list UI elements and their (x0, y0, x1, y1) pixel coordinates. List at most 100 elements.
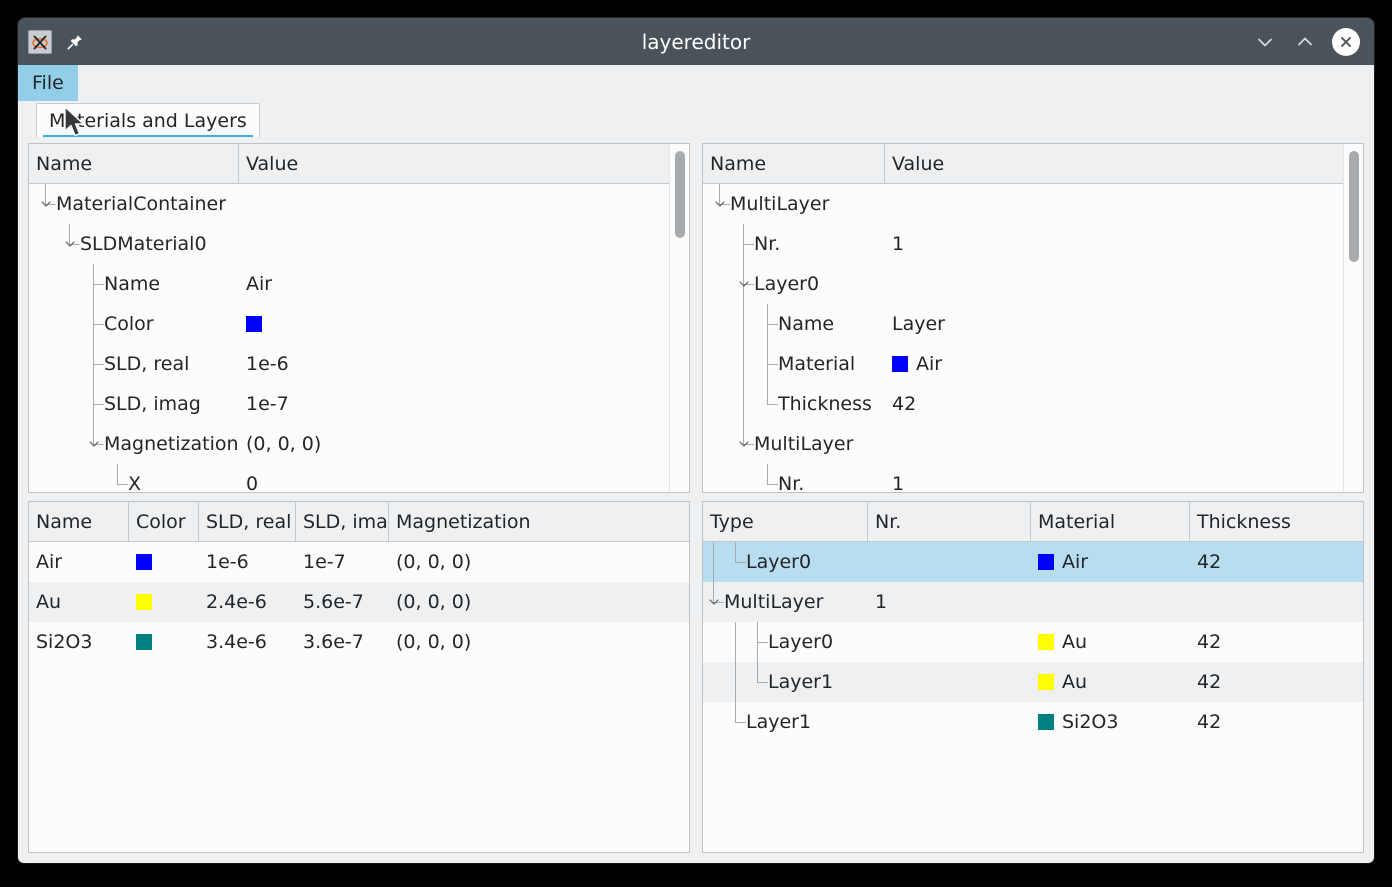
chevron-down-icon[interactable] (39, 197, 53, 211)
tree-row-value-cell[interactable]: 1 (885, 464, 1363, 492)
layers-table-thickness-cell[interactable]: 42 (1190, 542, 1363, 582)
table-row[interactable]: Layer0 Au 42 (703, 622, 1363, 662)
materials-table-header-color[interactable]: Color (129, 502, 199, 541)
layers-table-thickness-cell[interactable]: 42 (1190, 702, 1363, 742)
tree-row[interactable]: Material Air (703, 344, 1363, 384)
tree-row-value-cell[interactable] (239, 304, 689, 344)
table-cell[interactable] (129, 622, 199, 662)
tree-row[interactable]: MultiLayer (703, 184, 1363, 224)
layers-table-header-material[interactable]: Material (1031, 502, 1190, 541)
chevron-down-icon[interactable] (713, 197, 727, 211)
tree-row[interactable]: Magnetization (0, 0, 0) (29, 424, 689, 464)
table-cell[interactable]: (0, 0, 0) (389, 582, 689, 622)
table-row[interactable]: Layer1 Au 42 (703, 662, 1363, 702)
tree-row-value-cell[interactable]: 1 (885, 224, 1363, 264)
tree-row[interactable]: MultiLayer (703, 424, 1363, 464)
layers-table-thickness-cell[interactable]: 42 (1190, 662, 1363, 702)
tree-row-value-cell[interactable]: Air (239, 264, 689, 304)
tree-row-value-cell[interactable] (885, 264, 1363, 304)
color-swatch[interactable] (136, 594, 152, 610)
table-row[interactable]: MultiLayer 1 (703, 582, 1363, 622)
tree-row[interactable]: Nr. 1 (703, 464, 1363, 492)
table-cell[interactable]: 3.4e-6 (199, 622, 296, 662)
layer-tree-header-name[interactable]: Name (703, 144, 885, 183)
table-cell[interactable]: (0, 0, 0) (389, 622, 689, 662)
material-tree-header-value[interactable]: Value (239, 144, 689, 183)
layers-table-material-cell[interactable]: Air (1031, 542, 1190, 582)
color-swatch[interactable] (136, 554, 152, 570)
materials-table-header-name[interactable]: Name (29, 502, 129, 541)
table-row[interactable]: Si2O3 3.4e-6 3.6e-7 (0, 0, 0) (29, 622, 689, 662)
chevron-down-icon[interactable] (737, 277, 751, 291)
tree-row-value-cell[interactable] (239, 224, 689, 264)
tree-row-value-cell[interactable]: 0 (239, 464, 689, 492)
tree-row-value-cell[interactable]: Layer (885, 304, 1363, 344)
materials-table-header-sld-imag[interactable]: SLD, imag (296, 502, 389, 541)
layers-table-thickness-cell[interactable] (1190, 582, 1363, 622)
layers-table-material-cell[interactable]: Au (1031, 622, 1190, 662)
table-cell[interactable]: (0, 0, 0) (389, 542, 689, 582)
close-button[interactable] (1332, 27, 1360, 56)
tree-row-value-cell[interactable]: 1e-6 (239, 344, 689, 384)
table-row[interactable]: Au 2.4e-6 5.6e-7 (0, 0, 0) (29, 582, 689, 622)
minimize-button[interactable] (1252, 29, 1278, 55)
table-row[interactable]: Layer1 Si2O3 42 (703, 702, 1363, 742)
table-cell[interactable] (129, 582, 199, 622)
table-cell[interactable]: Si2O3 (29, 622, 129, 662)
tree-row-value-cell[interactable] (885, 184, 1363, 224)
table-cell[interactable]: 5.6e-7 (296, 582, 389, 622)
tree-row-value-cell[interactable]: Air (885, 344, 1363, 384)
layer-tree-scrollbar-thumb[interactable] (1349, 150, 1359, 263)
tree-row-value-cell[interactable]: (0, 0, 0) (239, 424, 689, 464)
layers-table-material-cell[interactable]: Si2O3 (1031, 702, 1190, 742)
materials-table-header-magnetization[interactable]: Magnetization (389, 502, 689, 541)
tab-materials-and-layers[interactable]: Materials and Layers (36, 103, 260, 137)
layers-table-type-cell[interactable]: Layer1 (703, 702, 868, 742)
tree-row[interactable]: Color (29, 304, 689, 344)
tree-row-value-cell[interactable] (885, 424, 1363, 464)
layers-table-nr-cell[interactable] (868, 662, 1031, 702)
tree-row-value-cell[interactable] (239, 184, 689, 224)
layers-table-header-nr[interactable]: Nr. (868, 502, 1031, 541)
table-cell[interactable]: 1e-6 (199, 542, 296, 582)
color-swatch[interactable] (136, 634, 152, 650)
pin-icon[interactable] (64, 31, 86, 53)
table-cell[interactable]: 3.6e-7 (296, 622, 389, 662)
table-cell[interactable] (129, 542, 199, 582)
material-tree-header-name[interactable]: Name (29, 144, 239, 183)
tree-row[interactable]: MaterialContainer (29, 184, 689, 224)
tree-row[interactable]: Name Air (29, 264, 689, 304)
material-tree-scrollbar[interactable] (669, 144, 689, 492)
table-row[interactable]: Air 1e-6 1e-7 (0, 0, 0) (29, 542, 689, 582)
chevron-down-icon[interactable] (707, 595, 721, 609)
layers-table-type-cell[interactable]: Layer0 (703, 622, 868, 662)
layer-tree-header-value[interactable]: Value (885, 144, 1363, 183)
layers-table-type-cell[interactable]: MultiLayer (703, 582, 868, 622)
menu-item-file[interactable]: File (18, 65, 78, 101)
materials-table-header-sld-real[interactable]: SLD, real (199, 502, 296, 541)
layer-tree-scrollbar[interactable] (1343, 144, 1363, 492)
tree-row[interactable]: SLDMaterial0 (29, 224, 689, 264)
chevron-down-icon[interactable] (63, 237, 77, 251)
tree-row[interactable]: Layer0 (703, 264, 1363, 304)
layers-table-material-cell[interactable]: Au (1031, 662, 1190, 702)
layers-table-nr-cell[interactable] (868, 702, 1031, 742)
layers-table-type-cell[interactable]: Layer1 (703, 662, 868, 702)
table-row[interactable]: Layer0 Air 42 (703, 542, 1363, 582)
layers-table-nr-cell[interactable] (868, 542, 1031, 582)
material-tree-scrollbar-thumb[interactable] (675, 150, 685, 238)
layers-table-material-cell[interactable] (1031, 582, 1190, 622)
table-cell[interactable]: Au (29, 582, 129, 622)
tree-row[interactable]: SLD, imag 1e-7 (29, 384, 689, 424)
tree-row[interactable]: X0 (29, 464, 689, 492)
table-cell[interactable]: 2.4e-6 (199, 582, 296, 622)
layers-table-header-type[interactable]: Type (703, 502, 868, 541)
layers-table-header-thickness[interactable]: Thickness (1190, 502, 1363, 541)
layers-table-nr-cell[interactable] (868, 622, 1031, 662)
layers-table-thickness-cell[interactable]: 42 (1190, 622, 1363, 662)
chevron-down-icon[interactable] (737, 437, 751, 451)
table-cell[interactable]: Air (29, 542, 129, 582)
layers-table-nr-cell[interactable]: 1 (868, 582, 1031, 622)
chevron-down-icon[interactable] (87, 437, 101, 451)
tree-row[interactable]: Nr. 1 (703, 224, 1363, 264)
